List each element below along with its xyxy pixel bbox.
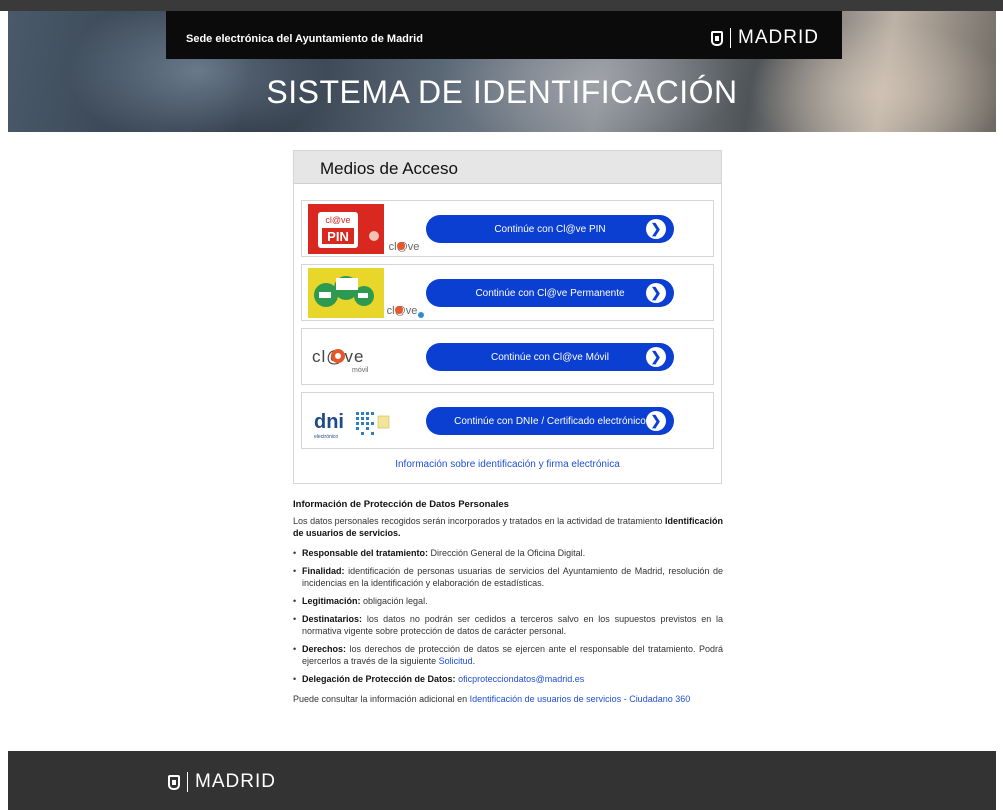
dnie-logo: dni electrónico [308, 396, 426, 446]
arrow-right-icon: ❯ [646, 219, 666, 239]
privacy-list: Responsable del tratamiento: Dirección G… [293, 547, 723, 685]
option-clave-movil: cl@ve móvil Continúe con Cl@ve Móvil ❯ [301, 328, 714, 385]
pin-text: PIN [327, 229, 349, 244]
madrid-logo[interactable]: MADRID [711, 27, 819, 49]
card-title: Medios de Acceso [320, 159, 458, 178]
clave-pin-logo: cl@ve PIN cl@ve [308, 204, 426, 254]
privacy-footer: Puede consultar la información adicional… [293, 694, 691, 704]
arrow-right-icon: ❯ [646, 411, 666, 431]
electronico-text: electrónico [314, 434, 338, 440]
option-clave-permanente: cl@ve Continúe con Cl@ve Permanente ❯ [301, 264, 714, 321]
site-name[interactable]: Sede electrónica del Ayuntamiento de Mad… [186, 33, 423, 45]
option-clave-pin: cl@ve PIN cl@ve Continúe con Cl@ve PIN ❯ [301, 200, 714, 257]
clave-movil-button-label: Continúe con Cl@ve Móvil [491, 351, 609, 363]
list-item: Destinatarios: los datos no podrán ser c… [293, 613, 723, 637]
logo-text: MADRID [738, 27, 819, 48]
privacy-section: Información de Protección de Datos Perso… [293, 499, 723, 705]
list-item: Finalidad: identificación de personas us… [293, 565, 723, 589]
clave-movil-button[interactable]: Continúe con Cl@ve Móvil ❯ [426, 343, 674, 371]
ciudadano-360-link[interactable]: Identificación de usuarios de servicios … [470, 694, 691, 704]
madrid-seal-icon [168, 774, 180, 790]
solicitud-link[interactable]: Solicitud [439, 656, 473, 666]
list-item: Delegación de Protección de Datos: oficp… [293, 673, 723, 685]
arrow-right-icon: ❯ [646, 347, 666, 367]
footer-madrid-logo[interactable]: MADRID [168, 771, 276, 793]
access-card: Medios de Acceso cl@ve PIN cl@ve Continú… [293, 150, 722, 484]
arrow-right-icon: ❯ [646, 283, 666, 303]
dni-text: dni [314, 411, 344, 433]
privacy-heading: Información de Protección de Datos Perso… [293, 499, 509, 510]
movil-text: móvil [352, 367, 369, 374]
top-strip [0, 0, 1003, 11]
list-item: Legitimación: obligación legal. [293, 595, 723, 607]
svg-text:cl@ve: cl@ve [325, 215, 350, 225]
list-item: Responsable del tratamiento: Dirección G… [293, 547, 723, 559]
identification-info-link[interactable]: Información sobre identificación y firma… [294, 459, 721, 470]
privacy-intro: Los datos personales recogidos serán inc… [293, 516, 723, 538]
header-bar: Sede electrónica del Ayuntamiento de Mad… [166, 11, 842, 59]
option-dnie: dni electrónico Continúe con DNIe / Cert… [301, 392, 714, 449]
clave-permanente-logo: cl@ve [308, 268, 426, 318]
footer: MADRID [8, 751, 996, 810]
list-item: Derechos: los derechos de protección de … [293, 643, 723, 667]
dnie-button-label: Continúe con DNIe / Certificado electrón… [454, 415, 646, 427]
dpo-email-link[interactable]: oficprotecciondatos@madrid.es [458, 674, 584, 684]
dnie-button[interactable]: Continúe con DNIe / Certificado electrón… [426, 407, 674, 435]
clave-pin-button[interactable]: Continúe con Cl@ve PIN ❯ [426, 215, 674, 243]
hero-banner: Sede electrónica del Ayuntamiento de Mad… [8, 11, 996, 132]
card-header: Medios de Acceso [294, 151, 721, 184]
footer-logo-text: MADRID [195, 771, 276, 792]
page-title: SISTEMA DE IDENTIFICACIÓN [266, 74, 738, 110]
clave-permanente-button[interactable]: Continúe con Cl@ve Permanente ❯ [426, 279, 674, 307]
clave-pin-button-label: Continúe con Cl@ve PIN [494, 223, 606, 235]
madrid-seal-icon [711, 30, 723, 46]
clave-permanente-button-label: Continúe con Cl@ve Permanente [475, 287, 625, 299]
clave-movil-logo: cl@ve móvil [308, 332, 426, 382]
